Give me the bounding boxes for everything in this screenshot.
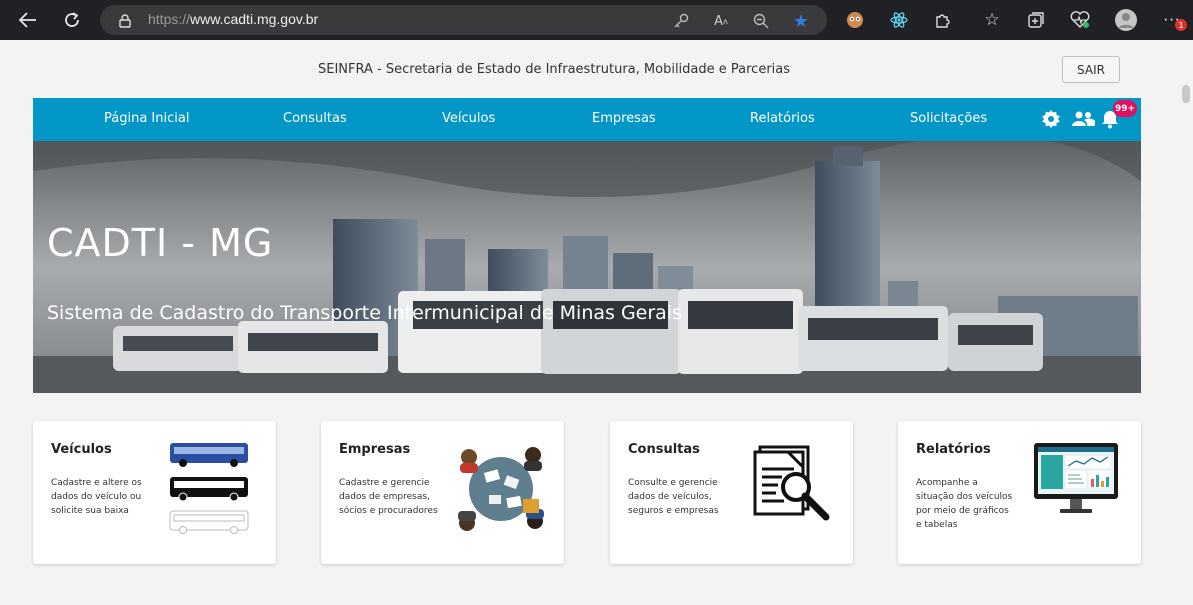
monitor-dashboard-icon xyxy=(1032,439,1122,539)
collections-icon[interactable] xyxy=(1022,6,1050,34)
site-header: SEINFRA - Secretaria de Estado de Infrae… xyxy=(0,40,1179,98)
buses-icon xyxy=(168,439,258,539)
nav-item-pagina-inicial[interactable]: Página Inicial xyxy=(104,111,189,126)
site-title: SEINFRA - Secretaria de Estado de Infrae… xyxy=(318,62,791,77)
card-description: Consulte e gerencie dados de veículos, s… xyxy=(628,478,719,516)
nav-item-veiculos[interactable]: Veículos xyxy=(442,111,495,126)
extension-face-icon[interactable] xyxy=(841,6,869,34)
hero-background-image xyxy=(33,141,1141,393)
card-title: Relatórios xyxy=(916,442,991,457)
scrollbar-thumb[interactable] xyxy=(1182,85,1190,103)
key-icon[interactable] xyxy=(672,12,690,30)
card-empresas[interactable]: Empresas Cadastre e gerencie dados de em… xyxy=(321,421,564,564)
card-veiculos[interactable]: Veículos Cadastre e altere os dados do v… xyxy=(33,421,276,564)
extensions-puzzle-icon[interactable] xyxy=(929,6,957,34)
address-bar[interactable]: https://www.cadti.mg.gov.br Aʌ ★ xyxy=(100,5,827,35)
main-navbar: Página Inicial Consultas Veículos Empres… xyxy=(33,98,1141,141)
profile-avatar-icon[interactable] xyxy=(1112,6,1140,34)
document-search-icon xyxy=(750,439,840,539)
people-icon[interactable] xyxy=(1070,108,1096,130)
card-title: Consultas xyxy=(628,442,700,457)
favorite-star-icon[interactable]: ★ xyxy=(792,11,810,32)
nav-item-relatorios[interactable]: Relatórios xyxy=(750,111,815,126)
zoom-icon[interactable] xyxy=(752,12,770,30)
react-devtools-icon[interactable] xyxy=(885,6,913,34)
refresh-icon[interactable] xyxy=(58,6,86,34)
read-aloud-icon[interactable]: Aʌ xyxy=(712,12,730,30)
nav-item-empresas[interactable]: Empresas xyxy=(592,111,656,126)
page: SEINFRA - Secretaria de Estado de Infrae… xyxy=(0,40,1179,605)
scrollbar[interactable] xyxy=(1179,40,1193,605)
notification-badge[interactable]: 99+ xyxy=(1113,100,1138,117)
favorites-list-icon[interactable]: ☆ xyxy=(978,6,1006,34)
card-description: Acompanhe a situação dos veículos por me… xyxy=(916,478,1013,530)
card-title: Veículos xyxy=(51,442,112,457)
browser-health-icon[interactable] xyxy=(1066,6,1094,34)
logout-button[interactable]: SAIR xyxy=(1062,56,1120,83)
url-prefix: https:// xyxy=(148,11,191,27)
nav-item-solicitacoes[interactable]: Solicitações xyxy=(910,111,987,126)
browser-toolbar: https://www.cadti.mg.gov.br Aʌ ★ ☆ ··· 1 xyxy=(0,0,1193,40)
back-icon[interactable] xyxy=(14,6,42,34)
notification-dot-icon: 1 xyxy=(1175,19,1187,31)
card-description: Cadastre e gerencie dados de empresas, s… xyxy=(339,478,438,516)
url-host: www.cadti.mg.gov.br xyxy=(190,11,319,27)
lock-icon[interactable] xyxy=(116,12,134,30)
card-relatorios[interactable]: Relatórios Acompanhe a situação dos veíc… xyxy=(898,421,1141,564)
hero-title: CADTI - MG xyxy=(47,221,274,265)
hero-banner: CADTI - MG Sistema de Cadastro do Transp… xyxy=(33,141,1141,393)
meeting-table-icon xyxy=(455,439,545,539)
hero-subtitle: Sistema de Cadastro do Transporte Interm… xyxy=(47,302,682,324)
url-text[interactable]: https://www.cadti.mg.gov.br xyxy=(148,11,318,27)
nav-item-consultas[interactable]: Consultas xyxy=(283,111,347,126)
card-description: Cadastre e altere os dados do veículo ou… xyxy=(51,478,142,516)
card-title: Empresas xyxy=(339,442,411,457)
gear-icon[interactable] xyxy=(1040,108,1062,130)
card-consultas[interactable]: Consultas Consulte e gerencie dados de v… xyxy=(610,421,853,564)
